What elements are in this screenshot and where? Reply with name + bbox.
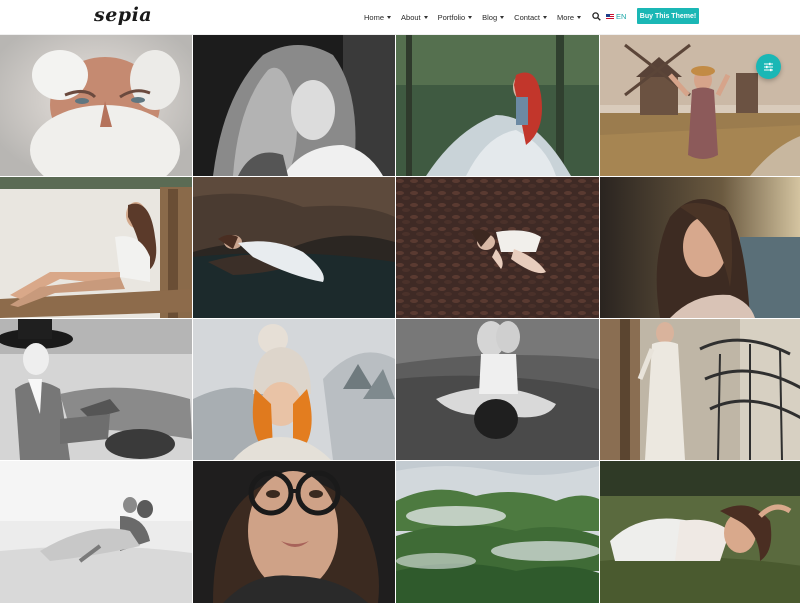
old-man-photo xyxy=(0,35,192,176)
gallery-item-redhead-forest[interactable] xyxy=(396,35,599,176)
main-nav: Home About Portfolio Blog Contact More xyxy=(364,0,591,34)
nav-blog[interactable]: Blog xyxy=(482,12,505,22)
nav-blog-label: Blog xyxy=(482,12,498,22)
grass-woman-photo xyxy=(600,461,800,603)
gallery-item-hat-bw[interactable] xyxy=(0,319,192,460)
bw-portrait-photo xyxy=(193,35,395,176)
nav-portfolio[interactable]: Portfolio xyxy=(438,13,473,22)
site-logo[interactable]: sepia xyxy=(94,4,152,26)
couple-beach-photo xyxy=(0,461,192,603)
gallery-item-misty-forest[interactable] xyxy=(396,461,599,603)
pier-photo xyxy=(0,177,192,318)
nav-home-label: Home xyxy=(364,12,385,22)
nav-about-label: About xyxy=(401,12,421,22)
lace-dress-photo xyxy=(600,319,800,460)
misty-forest-photo xyxy=(396,461,599,603)
gallery-item-river[interactable] xyxy=(193,177,395,318)
chevron-down-icon xyxy=(543,15,548,19)
chevron-down-icon xyxy=(500,15,505,19)
sunset-photo xyxy=(600,177,800,318)
us-flag-icon xyxy=(606,14,614,19)
chevron-down-icon xyxy=(423,15,428,19)
gallery-item-glasses[interactable] xyxy=(193,461,395,603)
gallery-item-old-man[interactable] xyxy=(0,35,192,176)
chevron-down-icon xyxy=(468,15,473,19)
nav-contact[interactable]: Contact xyxy=(514,12,548,22)
language-label: EN xyxy=(616,12,627,21)
nav-contact-label: Contact xyxy=(514,12,541,22)
gallery-item-leaves[interactable] xyxy=(396,177,599,318)
portfolio-grid xyxy=(0,35,800,603)
sliders-icon xyxy=(764,62,773,71)
nav-more[interactable]: More xyxy=(557,12,582,22)
gallery-item-sunset[interactable] xyxy=(600,177,800,318)
settings-button[interactable] xyxy=(756,54,781,79)
chevron-down-icon xyxy=(387,15,392,19)
language-switcher[interactable]: EN xyxy=(606,11,626,22)
nav-portfolio-label: Portfolio xyxy=(437,12,466,22)
gallery-item-couple-beach[interactable] xyxy=(0,461,192,603)
river-photo xyxy=(193,177,395,318)
leaves-photo xyxy=(396,177,599,318)
buy-theme-button[interactable]: Buy This Theme! xyxy=(637,8,699,24)
nav-more-label: More xyxy=(557,12,575,22)
gallery-item-grass[interactable] xyxy=(600,461,800,603)
glasses-woman-photo xyxy=(193,461,395,603)
nav-about[interactable]: About xyxy=(401,13,428,22)
water-bw-photo xyxy=(396,319,599,460)
site-header: sepia Home About Portfolio Blog Contact … xyxy=(0,0,800,34)
gallery-item-pier[interactable] xyxy=(0,177,192,318)
gallery-item-lace-dress[interactable] xyxy=(600,319,800,460)
nav-home[interactable]: Home xyxy=(364,12,392,22)
gallery-item-knit-hat[interactable] xyxy=(193,319,395,460)
gallery-item-water-bw[interactable] xyxy=(396,319,599,460)
gallery-item-bw-portrait[interactable] xyxy=(193,35,395,176)
search-icon[interactable] xyxy=(592,12,601,21)
redhead-forest-photo xyxy=(396,35,599,176)
knit-hat-photo xyxy=(193,319,395,460)
hat-woman-photo xyxy=(0,319,192,460)
chevron-down-icon xyxy=(577,15,582,19)
